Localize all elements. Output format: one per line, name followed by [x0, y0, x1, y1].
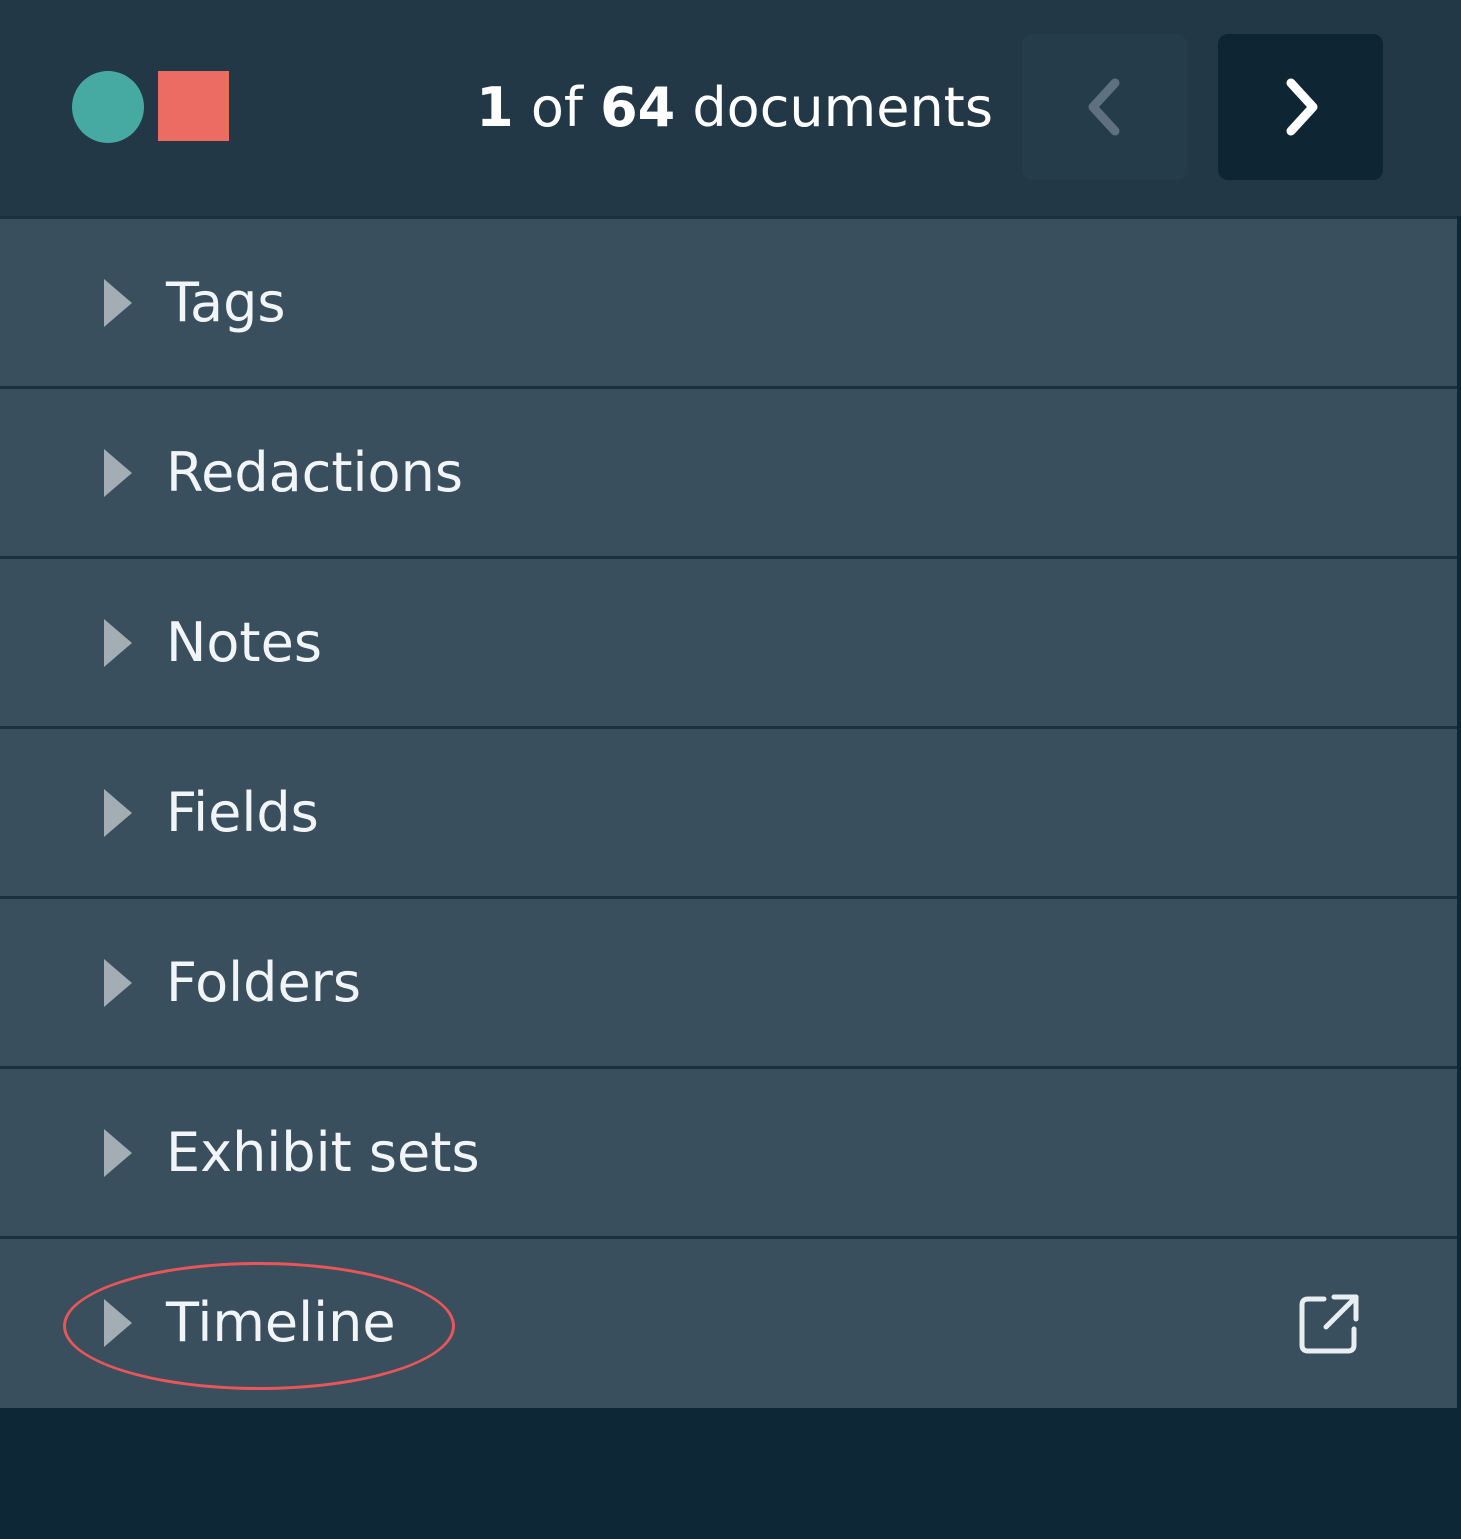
current-document-number: 1	[476, 76, 514, 139]
section-label: Folders	[166, 951, 362, 1014]
section-label: Exhibit sets	[166, 1121, 480, 1184]
section-timeline[interactable]: Timeline	[0, 1239, 1457, 1406]
of-word: of	[530, 76, 583, 139]
section-folders[interactable]: Folders	[0, 899, 1457, 1066]
next-document-button[interactable]	[1218, 34, 1383, 180]
teal-circle-marker	[72, 71, 144, 143]
document-navigator-header: 1 of 64 documents	[0, 0, 1461, 216]
section-label: Fields	[166, 781, 319, 844]
documents-word: documents	[692, 76, 993, 139]
caret-right-icon	[104, 618, 132, 667]
external-link-icon[interactable]	[1298, 1293, 1360, 1355]
red-square-marker	[158, 71, 229, 141]
caret-right-icon	[104, 958, 132, 1007]
section-redactions[interactable]: Redactions	[0, 389, 1457, 556]
section-exhibit-sets[interactable]: Exhibit sets	[0, 1069, 1457, 1236]
caret-right-icon	[104, 1128, 132, 1177]
total-document-count: 64	[600, 76, 676, 139]
section-fields[interactable]: Fields	[0, 729, 1457, 896]
section-label: Redactions	[166, 441, 463, 504]
section-label: Tags	[166, 271, 286, 334]
caret-right-icon	[104, 278, 132, 327]
section-label: Timeline	[166, 1291, 396, 1354]
caret-right-icon	[104, 788, 132, 837]
previous-document-button[interactable]	[1022, 34, 1187, 180]
chevron-right-icon	[1286, 78, 1317, 136]
section-tags[interactable]: Tags	[0, 219, 1457, 386]
chevron-left-icon	[1088, 78, 1119, 136]
caret-right-icon	[104, 1298, 132, 1347]
section-label: Notes	[166, 611, 322, 674]
caret-right-icon	[104, 448, 132, 497]
document-counter: 1 of 64 documents	[476, 70, 993, 146]
section-notes[interactable]: Notes	[0, 559, 1457, 726]
